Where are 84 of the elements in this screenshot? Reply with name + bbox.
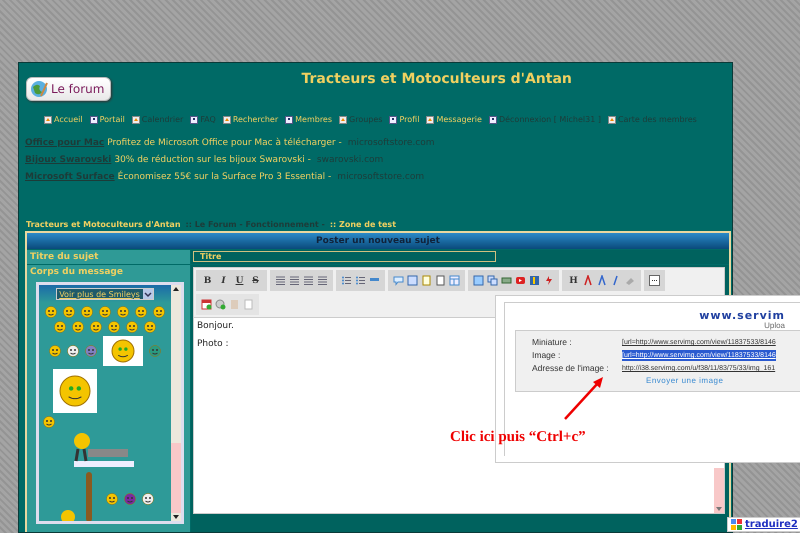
flash-icon[interactable] [543,275,554,286]
align-left-icon[interactable] [275,275,286,286]
ad-text: 30% de réduction sur les bijoux Swarovski - [114,155,311,165]
subject-label: Titre du sujet [27,250,190,264]
field-label: Miniature : [532,337,573,348]
speech-bubble-icon[interactable] [393,275,404,286]
bullet-list-icon[interactable] [341,275,352,286]
smiley-icon[interactable] [45,306,57,318]
page-icon [426,116,434,124]
smiley-icon[interactable] [108,321,120,333]
smiley-picture[interactable] [53,369,97,413]
smiley-icon[interactable] [106,493,118,505]
page-icon [285,116,294,124]
field-label: Image : [532,350,562,361]
forum-logo-link[interactable]: Le forum [26,77,112,101]
nav-link[interactable]: Portail [90,115,125,124]
window-icon[interactable] [473,275,484,286]
smiley-icon[interactable] [63,306,75,318]
page-icon [190,116,198,124]
table-icon[interactable] [449,275,460,286]
page-icon [132,116,140,124]
smiley-icon[interactable] [142,493,154,505]
translate-icon[interactable] [731,519,742,530]
field-label: Adresse de l'image : [532,363,610,374]
editor-text-line: Bonjour. [197,321,234,331]
format-button[interactable]: H [567,276,580,286]
page-icon [608,116,616,124]
smiley-icon[interactable] [43,416,55,428]
smiley-icon[interactable] [49,345,61,357]
ad-text: Profitez de Microsoft Office pour Mac à télécharger - [107,138,342,148]
page-icon [90,116,98,124]
smiley-icon[interactable] [135,306,147,318]
smiley-face-icon [111,339,135,363]
align-center-icon[interactable] [289,275,300,286]
numbered-list-icon[interactable] [355,275,366,286]
smiley-icon[interactable] [81,306,93,318]
breadcrumb-link[interactable]: Tracteurs et Motoculteurs d'Antan [26,220,181,229]
breadcrumb-link[interactable]: :: Zone de test [330,220,396,229]
form-header: Poster un nouveau sujet [27,233,729,249]
globe-pencil-icon [30,80,48,98]
smiley-icon[interactable] [117,306,129,318]
smiley-icon[interactable] [72,321,84,333]
smiley-icon[interactable] [90,321,102,333]
smiley-picture[interactable] [103,336,143,366]
smiley-icon[interactable] [153,306,165,318]
align-right-icon[interactable] [303,275,314,286]
smiley-select[interactable]: Voir plus de Smileys [56,288,154,300]
scrollbar[interactable] [714,468,724,513]
up-arrow-icon[interactable] [171,285,181,293]
smiley-icon[interactable] [126,321,138,333]
format-button[interactable]: B [201,276,214,286]
smiley-icon[interactable] [67,345,79,357]
justify-icon[interactable] [317,275,328,286]
more-icon[interactable] [649,275,660,286]
format-button[interactable]: I [217,276,230,286]
down-arrow-icon[interactable] [171,513,181,521]
subject-input[interactable]: Titre [193,251,496,262]
page-icon [488,116,497,124]
editor-text-line: Photo : [197,339,229,349]
smiley-icon[interactable] [54,321,66,333]
scrollbar[interactable] [171,285,181,521]
nav-link[interactable]: Rechercher [222,115,278,124]
smiley-icon[interactable] [144,321,156,333]
zoom-icon[interactable] [215,299,226,310]
page-icon [222,116,231,124]
caret-icon [144,290,152,298]
copy-icon[interactable] [487,275,498,286]
site-title: Tracteurs et Motoculteurs d'Antan [301,71,572,87]
format-button[interactable]: U [233,276,246,286]
annotation-text: Clic ici puis “Ctrl+c” [450,429,586,446]
nav-link[interactable]: Messagerie [426,115,482,124]
nav-link[interactable]: Profil [389,115,420,124]
calendar-icon[interactable] [201,299,212,310]
video-icon[interactable] [515,275,526,286]
nav-link[interactable]: Membres [285,115,332,124]
nav-link[interactable]: Accueil [44,115,83,124]
page-icon [339,116,348,124]
page-icon [44,116,52,124]
ad-text: Économisez 55€ sur la Surface Pro 3 Essential - [118,172,332,182]
annotation-arrow [562,375,604,421]
format-button[interactable]: S [249,276,262,286]
smiley-face-icon [59,375,91,407]
smiley-icon[interactable] [99,306,111,318]
page-icon [389,116,398,124]
